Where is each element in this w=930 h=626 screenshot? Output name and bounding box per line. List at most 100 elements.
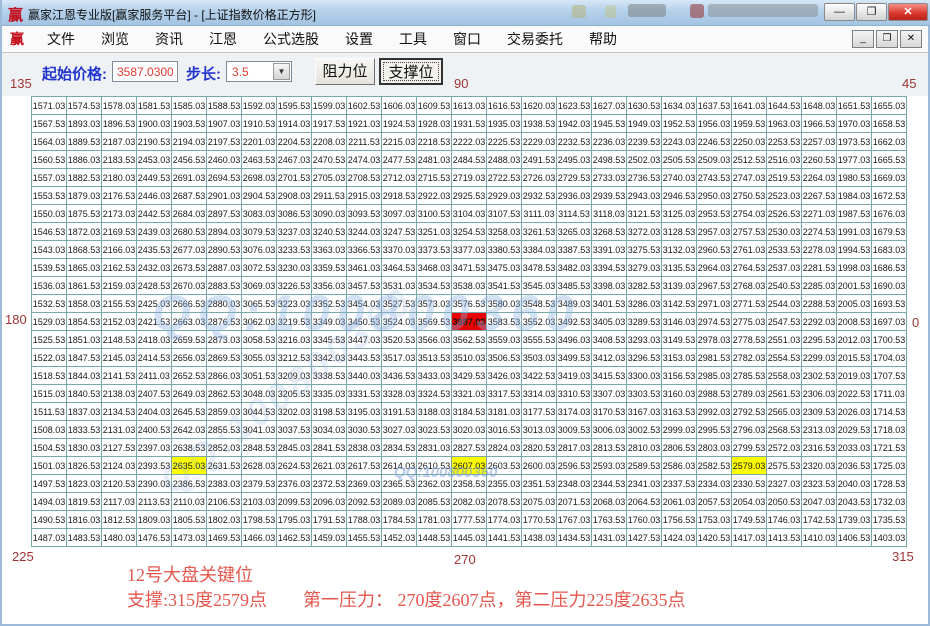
grid-cell[interactable]: 2666.53	[172, 295, 207, 313]
grid-cell[interactable]: 2495.03	[557, 151, 592, 169]
grid-cell[interactable]: 1546.53	[32, 223, 67, 241]
grid-cell[interactable]: 2033.03	[837, 439, 872, 457]
grid-cell[interactable]: 3426.03	[487, 367, 522, 385]
grid-cell[interactable]: 1567.53	[32, 115, 67, 133]
grid-cell[interactable]: 1774.03	[487, 511, 522, 529]
grid-cell[interactable]: 2092.53	[347, 493, 382, 511]
grid-cell[interactable]: 2929.03	[487, 187, 522, 205]
grid-cell[interactable]: 1525.53	[32, 331, 67, 349]
grid-cell[interactable]: 3391.03	[592, 241, 627, 259]
grid-cell[interactable]: 2117.03	[102, 493, 137, 511]
grid-cell[interactable]: 1592.03	[242, 97, 277, 115]
grid-cell[interactable]: 1420.53	[697, 529, 732, 547]
grid-cell[interactable]: 1627.03	[592, 97, 627, 115]
grid-cell[interactable]: 2866.03	[207, 367, 242, 385]
grid-cell[interactable]: 2988.53	[697, 385, 732, 403]
grid-cell[interactable]: 1903.53	[172, 115, 207, 133]
grid-cell[interactable]: 3534.53	[417, 277, 452, 295]
grid-cell[interactable]: 1501.03	[32, 457, 67, 475]
grid-cell[interactable]: 3559.03	[487, 331, 522, 349]
grid-cell[interactable]: 2803.03	[697, 439, 732, 457]
grid-cell[interactable]: 2582.53	[697, 457, 732, 475]
grid-cell[interactable]: 2173.03	[102, 205, 137, 223]
grid-cell[interactable]: 2481.03	[417, 151, 452, 169]
grid-cell[interactable]: 3191.53	[382, 403, 417, 421]
grid-cell[interactable]: 2239.53	[627, 133, 662, 151]
grid-cell[interactable]: 2260.53	[802, 151, 837, 169]
grid-cell[interactable]: 1469.53	[207, 529, 242, 547]
grid-cell[interactable]: 3419.03	[557, 367, 592, 385]
grid-cell[interactable]: 3307.03	[592, 385, 627, 403]
grid-cell[interactable]: 3254.53	[452, 223, 487, 241]
grid-cell[interactable]: 1431.03	[592, 529, 627, 547]
grid-cell[interactable]: 2743.53	[697, 169, 732, 187]
grid-cell[interactable]: 2474.03	[347, 151, 382, 169]
grid-cell[interactable]: 3198.53	[312, 403, 347, 421]
grid-cell[interactable]: 2491.53	[522, 151, 557, 169]
grid-cell[interactable]: 3258.03	[487, 223, 522, 241]
grid-cell[interactable]: 3489.03	[557, 295, 592, 313]
grid-cell[interactable]: 1630.53	[627, 97, 662, 115]
grid-cell[interactable]: 1868.53	[67, 241, 102, 259]
grid-cell[interactable]: 2974.53	[697, 313, 732, 331]
grid-cell[interactable]: 2078.53	[487, 493, 522, 511]
grid-cell[interactable]: 3135.53	[662, 259, 697, 277]
grid-cell[interactable]: 3541.53	[487, 277, 522, 295]
grid-cell[interactable]: 3387.53	[557, 241, 592, 259]
grid-cell[interactable]: 1445.03	[452, 529, 487, 547]
grid-cell[interactable]: 2313.03	[802, 421, 837, 439]
grid-cell[interactable]: 3086.53	[277, 205, 312, 223]
grid-cell[interactable]: 3328.03	[382, 385, 417, 403]
child-restore-button[interactable]: ❐	[876, 30, 898, 48]
grid-cell[interactable]: 3520.53	[382, 331, 417, 349]
grid-cell[interactable]: 3398.03	[592, 277, 627, 295]
grid-cell[interactable]: 1840.53	[67, 385, 102, 403]
grid-cell[interactable]: 3279.03	[627, 259, 662, 277]
grid-cell[interactable]: 3513.53	[417, 349, 452, 367]
grid-cell[interactable]: 3240.53	[312, 223, 347, 241]
grid-cell[interactable]: 1693.53	[872, 295, 907, 313]
grid-cell[interactable]: 3163.53	[662, 403, 697, 421]
grid-cell[interactable]: 3310.53	[557, 385, 592, 403]
grid-cell[interactable]: 1550.03	[32, 205, 67, 223]
grid-cell[interactable]: 3447.03	[347, 331, 382, 349]
grid-cell[interactable]: 2834.53	[382, 439, 417, 457]
grid-cell[interactable]: 2383.03	[207, 475, 242, 493]
grid-cell[interactable]: 3457.53	[347, 277, 382, 295]
grid-cell[interactable]: 3562.53	[452, 331, 487, 349]
grid-cell[interactable]: 2694.53	[207, 169, 242, 187]
grid-cell[interactable]: 2579.03	[732, 457, 767, 475]
grid-cell[interactable]: 2201.03	[242, 133, 277, 151]
grid-cell[interactable]: 1914.03	[277, 115, 312, 133]
grid-cell[interactable]: 1581.53	[137, 97, 172, 115]
grid-cell[interactable]: 1984.03	[837, 187, 872, 205]
grid-cell[interactable]: 1403.03	[872, 529, 907, 547]
grid-cell[interactable]: 2701.53	[277, 169, 312, 187]
grid-cell[interactable]: 2526.53	[767, 205, 802, 223]
grid-cell[interactable]: 3149.53	[662, 331, 697, 349]
grid-cell[interactable]: 2715.53	[417, 169, 452, 187]
grid-cell[interactable]: 3548.53	[522, 295, 557, 313]
grid-cell[interactable]: 2047.03	[802, 493, 837, 511]
grid-cell[interactable]: 2498.53	[592, 151, 627, 169]
grid-cell[interactable]: 2229.03	[522, 133, 557, 151]
start-price-input[interactable]	[112, 61, 178, 82]
grid-cell[interactable]: 1662.03	[872, 133, 907, 151]
grid-cell[interactable]: 2691.03	[172, 169, 207, 187]
grid-cell[interactable]: 2946.53	[662, 187, 697, 205]
grid-cell[interactable]: 1578.03	[102, 97, 137, 115]
grid-cell[interactable]: 2428.53	[137, 277, 172, 295]
grid-cell[interactable]: 1809.03	[137, 511, 172, 529]
grid-cell[interactable]: 1651.53	[837, 97, 872, 115]
grid-cell[interactable]: 3583.53	[487, 313, 522, 331]
grid-cell[interactable]: 3293.03	[627, 331, 662, 349]
grid-cell[interactable]: 2600.03	[522, 457, 557, 475]
grid-cell[interactable]: 3363.03	[312, 241, 347, 259]
grid-cell[interactable]: 2267.53	[802, 187, 837, 205]
grid-cell[interactable]: 2166.03	[102, 241, 137, 259]
grid-cell[interactable]: 2453.03	[137, 151, 172, 169]
grid-cell[interactable]: 3338.53	[312, 367, 347, 385]
grid-cell[interactable]: 2253.53	[767, 133, 802, 151]
grid-cell[interactable]: 2722.53	[487, 169, 522, 187]
grid-cell[interactable]: 1805.53	[172, 511, 207, 529]
